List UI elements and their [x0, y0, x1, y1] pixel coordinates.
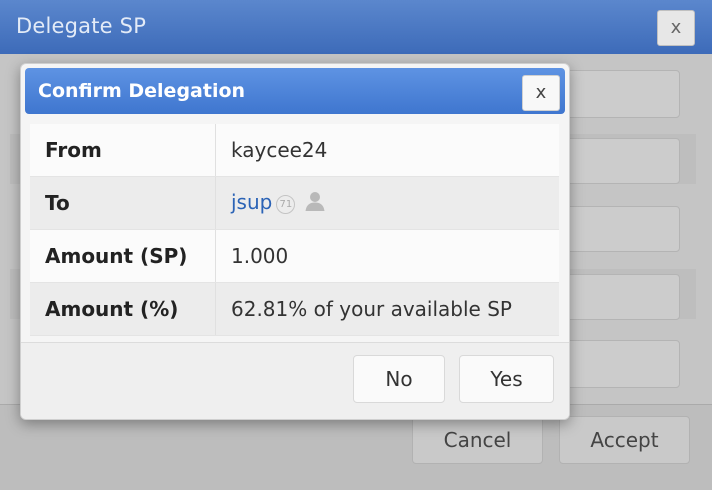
recipient-user-link[interactable]: jsup [231, 190, 272, 214]
confirm-delegation-dialog: Confirm Delegation x From kaycee24 To js… [20, 63, 570, 420]
confirm-delegation-footer: No Yes [21, 342, 569, 419]
sp-amount-input[interactable] [566, 206, 680, 252]
form-field[interactable] [566, 274, 680, 320]
person-icon[interactable] [304, 190, 326, 217]
cancel-button[interactable]: Cancel [412, 416, 543, 464]
confirm-delegation-header: Confirm Delegation x [25, 68, 565, 114]
accept-button[interactable]: Accept [559, 416, 690, 464]
table-row-amount-sp: Amount (SP) 1.000 [30, 229, 559, 283]
amount-sp-label: Amount (SP) [30, 229, 216, 283]
form-field[interactable] [566, 340, 680, 388]
form-field[interactable] [566, 70, 680, 118]
reputation-badge: 71 [276, 194, 296, 214]
amount-percent-label: Amount (%) [30, 282, 216, 336]
form-field[interactable] [566, 138, 680, 184]
table-row-to: To jsup 71 [30, 176, 559, 230]
no-button[interactable]: No [353, 355, 445, 403]
delegate-sp-title: Delegate SP [16, 14, 147, 38]
from-label: From [30, 124, 216, 177]
delegation-details-table: From kaycee24 To jsup 71 Amount (SP) 1.00… [30, 124, 559, 336]
to-label: To [30, 176, 216, 230]
confirm-delegation-close-button[interactable]: x [522, 75, 560, 111]
table-row-from: From kaycee24 [30, 124, 559, 177]
to-value: jsup 71 [215, 176, 559, 230]
yes-button[interactable]: Yes [459, 355, 554, 403]
delegate-sp-header: Delegate SP x [0, 0, 712, 54]
from-value: kaycee24 [215, 124, 559, 177]
table-row-amount-percent: Amount (%) 62.81% of your available SP [30, 282, 559, 336]
amount-percent-value: 62.81% of your available SP [215, 282, 559, 336]
delegate-sp-close-button[interactable]: x [657, 10, 695, 46]
amount-sp-value: 1.000 [215, 229, 559, 283]
confirm-delegation-title: Confirm Delegation [38, 80, 246, 102]
